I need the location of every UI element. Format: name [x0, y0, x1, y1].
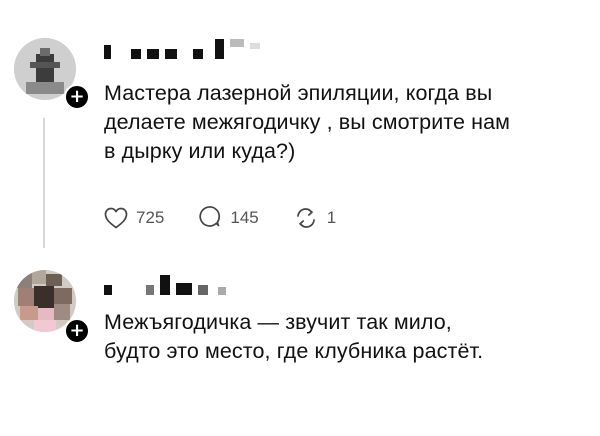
post-2: + Межъягодичка — звучит так мило, будто …: [0, 260, 600, 436]
follow-plus-icon[interactable]: +: [64, 318, 90, 344]
repost-icon: [296, 208, 315, 228]
thread-line: [43, 118, 45, 248]
like-count: 725: [136, 208, 165, 227]
post-1: + Мастера лазерной эпиляции, когда вы де…: [0, 0, 600, 260]
comment-button[interactable]: 145: [198, 206, 259, 230]
post-actions: 725 145 1: [104, 206, 370, 230]
comment-count: 145: [230, 208, 259, 227]
follow-plus-icon[interactable]: +: [64, 84, 90, 110]
username[interactable]: [104, 273, 304, 295]
comment-icon: [199, 206, 221, 227]
blurred-username: [104, 273, 304, 295]
like-button[interactable]: 725: [104, 207, 164, 229]
blurred-username: [104, 37, 344, 59]
username[interactable]: [104, 37, 344, 59]
repost-button[interactable]: 1: [293, 206, 336, 230]
post-text: Мастера лазерной эпиляции, когда вы дела…: [104, 81, 511, 163]
repost-count: 1: [326, 208, 337, 227]
heart-icon: [104, 207, 128, 229]
reply-text: Межъягодичка — звучит так мило, будто эт…: [104, 310, 484, 363]
